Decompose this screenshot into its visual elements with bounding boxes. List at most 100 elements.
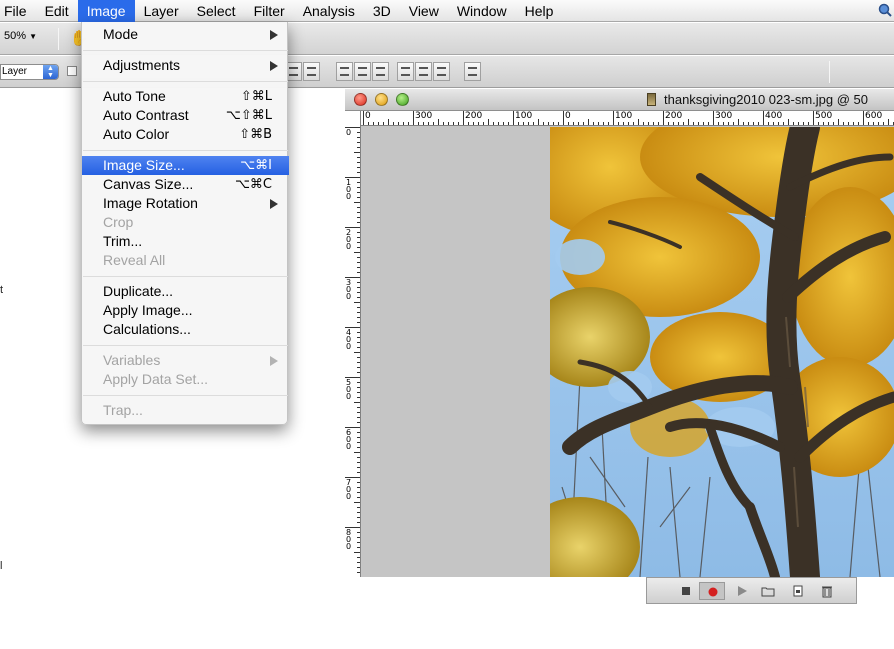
ruler-minor-tick	[523, 122, 524, 125]
close-window-button[interactable]	[354, 93, 367, 106]
menu-analysis[interactable]: Analysis	[294, 0, 364, 22]
menu-item-trim[interactable]: Trim...	[82, 232, 289, 251]
ruler-minor-tick	[558, 122, 559, 125]
menu-item-shortcut: ⌥⌘I	[240, 158, 272, 173]
horizontal-ruler[interactable]: 0 300 200 100 0 100 200 300 400 500 600	[361, 111, 894, 126]
distribute-left-button[interactable]	[397, 62, 414, 81]
ruler-minor-tick	[357, 512, 360, 513]
ruler-label: 600	[865, 111, 883, 121]
ruler-major-tick	[563, 111, 564, 125]
menu-item-duplicate[interactable]: Duplicate...	[82, 282, 289, 301]
menu-item-mode[interactable]: Mode	[82, 25, 289, 44]
ruler-minor-tick	[873, 122, 874, 125]
new-action-icon[interactable]	[791, 584, 805, 598]
ruler-minor-tick	[503, 122, 504, 125]
menu-item-crop: Crop	[82, 213, 289, 232]
ruler-label: 400	[346, 328, 352, 351]
menu-edit[interactable]: Edit	[36, 0, 78, 22]
ruler-label: 0	[346, 128, 352, 137]
submenu-arrow-icon	[270, 199, 278, 209]
auto-align-layers-button[interactable]	[464, 62, 481, 81]
ruler-minor-tick	[538, 119, 539, 125]
menu-item-adjustments[interactable]: Adjustments	[82, 56, 289, 75]
menu-filter[interactable]: Filter	[245, 0, 294, 22]
ruler-minor-tick	[543, 122, 544, 125]
record-button[interactable]	[699, 582, 725, 600]
ruler-minor-tick	[357, 137, 360, 138]
show-transform-checkbox[interactable]	[67, 66, 77, 76]
menu-3d[interactable]: 3D	[364, 0, 400, 22]
document-photo[interactable]	[550, 127, 894, 577]
menu-view[interactable]: View	[400, 0, 448, 22]
menu-layer[interactable]: Layer	[135, 0, 188, 22]
menu-item-label: Mode	[103, 26, 139, 42]
distribute-right-button[interactable]	[433, 62, 450, 81]
zoom-window-button[interactable]	[396, 93, 409, 106]
ruler-minor-tick	[357, 412, 360, 413]
menu-item-auto-tone[interactable]: Auto Tone ⇧⌘L	[82, 87, 289, 106]
ruler-minor-tick	[357, 532, 360, 533]
document-title-bar[interactable]: thanksgiving2010 023-sm.jpg @ 50	[345, 89, 894, 111]
menu-separator	[83, 345, 288, 346]
ruler-minor-tick	[357, 342, 360, 343]
zoom-level-dropdown[interactable]: 50% ▼	[4, 30, 37, 42]
distribute-center-button[interactable]	[354, 62, 371, 81]
ruler-minor-tick	[788, 119, 789, 125]
ruler-label: 500	[815, 111, 833, 121]
distribute-bottom-button[interactable]	[372, 62, 389, 81]
auto-select-value: Layer	[2, 66, 28, 77]
ruler-minor-tick	[357, 322, 360, 323]
menu-item-label: Duplicate...	[103, 283, 174, 299]
ruler-minor-tick	[357, 312, 360, 313]
menu-file[interactable]: File	[0, 0, 36, 22]
ruler-minor-tick	[393, 122, 394, 125]
menu-item-auto-color[interactable]: Auto Color ⇧⌘B	[82, 125, 289, 144]
menu-image[interactable]: Image	[77, 0, 135, 22]
ruler-minor-tick	[357, 367, 360, 368]
menu-select[interactable]: Select	[188, 0, 245, 22]
ruler-minor-tick	[357, 297, 360, 298]
menu-separator	[83, 395, 288, 396]
ruler-major-tick	[513, 111, 514, 125]
menu-bar: File Edit Image Layer Select Filter Anal…	[0, 0, 894, 22]
ruler-minor-tick	[357, 362, 360, 363]
menu-item-image-size[interactable]: Image Size... ⌥⌘I	[82, 156, 289, 175]
ruler-minor-tick	[458, 122, 459, 125]
ruler-minor-tick	[357, 422, 360, 423]
auto-align-icon	[468, 67, 477, 76]
ruler-minor-tick	[678, 122, 679, 125]
menu-item-image-rotation[interactable]: Image Rotation	[82, 194, 289, 213]
folder-icon[interactable]	[761, 584, 775, 598]
distribute-hcenter-button[interactable]	[415, 62, 432, 81]
minimize-window-button[interactable]	[375, 93, 388, 106]
ruler-major-tick	[813, 111, 814, 125]
menu-item-auto-contrast[interactable]: Auto Contrast ⌥⇧⌘L	[82, 106, 289, 125]
canvas-pasteboard[interactable]	[362, 127, 894, 577]
menu-separator	[83, 150, 288, 151]
menu-item-apply-image[interactable]: Apply Image...	[82, 301, 289, 320]
stop-icon[interactable]	[679, 584, 693, 598]
menu-item-reveal-all: Reveal All	[82, 251, 289, 270]
ruler-minor-tick	[718, 122, 719, 125]
ruler-minor-tick	[357, 557, 360, 558]
ruler-minor-tick	[357, 187, 360, 188]
ruler-minor-tick	[428, 122, 429, 125]
menu-item-calculations[interactable]: Calculations...	[82, 320, 289, 339]
ruler-minor-tick	[357, 147, 360, 148]
ruler-minor-tick	[357, 537, 360, 538]
menu-window[interactable]: Window	[448, 0, 516, 22]
ruler-minor-tick	[357, 457, 360, 458]
trash-icon[interactable]	[820, 584, 834, 598]
menu-item-label: Variables	[103, 352, 161, 368]
distribute-top-button[interactable]	[336, 62, 353, 81]
vertical-ruler[interactable]: 0 100 200 300 400 500 600 700 800	[345, 111, 361, 577]
ruler-minor-tick	[448, 122, 449, 125]
ruler-minor-tick	[668, 122, 669, 125]
menu-item-canvas-size[interactable]: Canvas Size... ⌥⌘C	[82, 175, 289, 194]
menu-help[interactable]: Help	[516, 0, 563, 22]
record-icon	[708, 587, 718, 597]
auto-select-dropdown[interactable]: Layer ▲ ▼	[0, 64, 59, 80]
spotlight-icon[interactable]	[878, 3, 892, 17]
play-icon[interactable]	[735, 584, 749, 598]
align-right-button[interactable]	[303, 62, 320, 81]
